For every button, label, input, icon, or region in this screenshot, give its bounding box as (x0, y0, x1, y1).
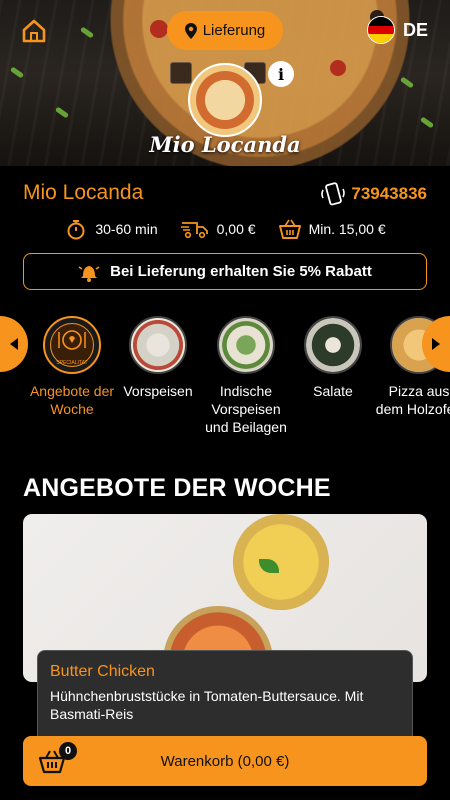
category-image (304, 316, 362, 374)
offer-name: Butter Chicken (50, 663, 155, 680)
delivery-fee: 0,00 € (180, 218, 256, 240)
chevron-right-icon (432, 338, 440, 350)
category-vorspeisen[interactable]: Vorspeisen (113, 316, 203, 400)
home-icon[interactable] (20, 18, 48, 44)
delivery-mode-label: Lieferung (202, 22, 266, 39)
location-pin-icon (184, 22, 197, 39)
category-salate[interactable]: Salate (288, 316, 378, 400)
phone-ringing-icon (321, 182, 346, 206)
special-offer-icon: SPECIALITAT (43, 316, 101, 374)
category-label: Pizza aus dem Holzofen (375, 383, 450, 417)
category-carousel: SPECIALITAT Angebote der Woche Vorspeise… (0, 312, 450, 462)
info-button[interactable]: i (268, 61, 294, 87)
timer-icon (67, 220, 85, 240)
category-image (217, 316, 275, 374)
delivery-time: 30-60 min (64, 218, 158, 240)
category-label: Salate (313, 383, 353, 399)
basket-icon (278, 219, 301, 239)
restaurant-name: Mio Locanda (23, 181, 144, 204)
phone-number: 73943836 (351, 184, 427, 203)
language-code: DE (402, 19, 428, 40)
special-badge-text: SPECIALITAT (56, 360, 88, 366)
delivery-stats: 30-60 min 0,00 € Min. 15,00 € (0, 218, 450, 240)
language-switcher[interactable]: DE (366, 16, 428, 44)
offer-info-panel[interactable]: Butter Chicken Hühnchenbruststücke in To… (37, 650, 413, 738)
min-order-value: Min. 15,00 € (308, 221, 386, 237)
delivery-discount-banner: Bei Lieferung erhalten Sie 5% Rabatt (23, 253, 427, 290)
category-label: Vorspeisen (123, 383, 193, 399)
cart-button[interactable]: 0 Warenkorb (0,00 €) (23, 736, 427, 786)
brand-logo-text: Mio Locanda (149, 132, 301, 157)
bell-icon (78, 265, 100, 282)
min-order: Min. 15,00 € (278, 218, 386, 240)
category-angebote[interactable]: SPECIALITAT Angebote der Woche (27, 316, 117, 418)
phone-link[interactable]: 73943836 (319, 181, 427, 207)
category-label: Indische Vorspeisen und Beilagen (205, 383, 287, 435)
category-label: Angebote der Woche (29, 383, 115, 417)
pepperoni-topping (330, 60, 346, 76)
rice-bowl-image (233, 514, 329, 610)
hero-banner: Mio Locanda Lieferung DE i (0, 0, 450, 166)
delivery-mode-button[interactable]: Lieferung (167, 11, 283, 50)
offer-description: Hühnchenbruststücke in Tomaten-Buttersau… (50, 688, 364, 722)
delivery-time-value: 30-60 min (95, 221, 158, 237)
logo-thumbnail (170, 62, 192, 84)
category-indische-vorspeisen[interactable]: Indische Vorspeisen und Beilagen (201, 316, 291, 436)
section-title: ANGEBOTE DER WOCHE (23, 474, 331, 502)
delivery-truck-icon (180, 222, 208, 239)
promo-text: Bei Lieferung erhalten Sie 5% Rabatt (110, 263, 372, 280)
chevron-left-icon (10, 338, 18, 350)
restaurant-logo (188, 63, 262, 137)
pepperoni-topping (150, 20, 168, 38)
cart-count-badge: 0 (59, 742, 77, 760)
cart-label: Warenkorb (0,00 €) (160, 752, 290, 770)
carousel-prev-button[interactable] (0, 316, 28, 372)
delivery-fee-value: 0,00 € (216, 221, 256, 237)
category-image (129, 316, 187, 374)
german-flag-icon (366, 16, 395, 44)
